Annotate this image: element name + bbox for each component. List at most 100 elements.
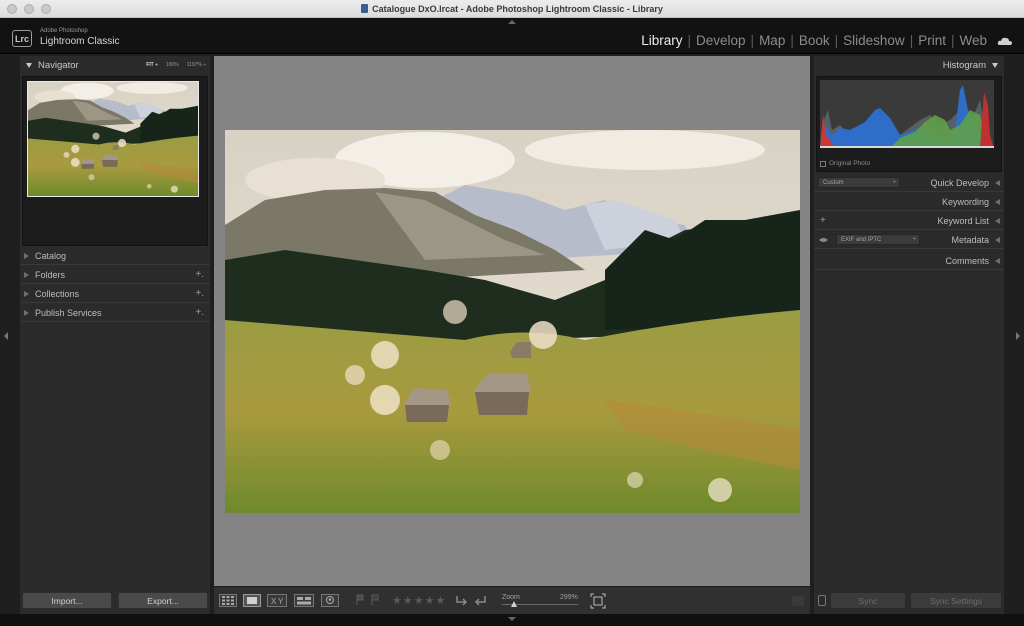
panel-quick-develop[interactable]: Custom ÷ Quick Develop — [814, 174, 1004, 192]
add-publish-service-icon[interactable]: +. — [195, 307, 204, 318]
main-image-area[interactable] — [214, 56, 810, 586]
panel-catalog-label: Catalog — [35, 250, 67, 261]
panel-folders-label: Folders — [35, 269, 66, 280]
panel-publish-services-label: Publish Services — [35, 307, 102, 318]
chevron-updown-icon: ÷ — [912, 236, 916, 243]
expand-triangle-icon — [995, 236, 1000, 243]
panel-collections[interactable]: Collections +. — [20, 285, 210, 303]
zoom-fit[interactable]: FIT ÷ — [146, 62, 158, 68]
sync-settings-button[interactable]: Sync Settings — [910, 592, 1002, 609]
zoom-slider-handle[interactable] — [511, 601, 517, 607]
flag-pick-icon[interactable] — [355, 594, 365, 606]
panel-folders[interactable]: Folders +. — [20, 266, 210, 284]
star-rating[interactable]: ★★★★★ — [392, 594, 446, 607]
panel-comments[interactable]: Comments — [814, 252, 1004, 270]
brand-line-1: Adobe Photoshop — [40, 28, 88, 34]
metadata-visibility-icon[interactable] — [819, 237, 828, 243]
quick-develop-label: Quick Develop — [930, 177, 989, 188]
zoom-label: Zoom — [502, 594, 520, 601]
add-keyword-icon[interactable]: + — [820, 215, 826, 226]
navigator-header[interactable]: Navigator FIT ÷ 100% 1197% ÷ — [20, 56, 210, 74]
svg-text:Y: Y — [278, 597, 284, 606]
panel-collections-label: Collections — [35, 288, 80, 299]
collapse-triangle-icon — [992, 62, 998, 68]
navigator-title: Navigator — [38, 59, 79, 71]
grid-view-icon[interactable] — [219, 594, 237, 607]
minimize-window-button[interactable] — [24, 4, 34, 14]
top-panel-toggle-icon[interactable] — [508, 20, 516, 24]
histogram-header[interactable]: Histogram — [814, 56, 1004, 74]
left-panel: Navigator FIT ÷ 100% 1197% ÷ Catalog Fol… — [20, 56, 210, 614]
navigator-thumbnail[interactable] — [27, 81, 199, 197]
main-photo[interactable] — [225, 130, 800, 513]
svg-text:X: X — [271, 597, 277, 606]
zoom-100[interactable]: 100% — [166, 62, 179, 68]
module-picker: Library | Develop | Map | Book | Slidesh… — [636, 33, 992, 48]
comments-label: Comments — [945, 255, 989, 266]
histogram-graph[interactable] — [820, 80, 994, 148]
zoom-window-button[interactable] — [41, 4, 51, 14]
module-book[interactable]: Book — [794, 33, 835, 48]
compare-view-icon[interactable]: X Y — [267, 594, 287, 607]
original-photo-checkbox[interactable] — [820, 160, 826, 167]
module-develop[interactable]: Develop — [691, 33, 751, 48]
sync-button[interactable]: Sync — [830, 592, 906, 609]
panel-keyword-list[interactable]: + Keyword List — [814, 212, 1004, 230]
module-print[interactable]: Print — [913, 33, 951, 48]
people-view-icon[interactable] — [321, 594, 339, 607]
auto-sync-switch[interactable] — [818, 595, 826, 606]
keywording-label: Keywording — [941, 196, 989, 207]
chevron-updown-icon: ÷ — [892, 179, 896, 186]
module-slideshow[interactable]: Slideshow — [838, 33, 910, 48]
expand-triangle-icon — [995, 217, 1000, 224]
original-photo-label: Original Photo — [829, 160, 871, 167]
module-map[interactable]: Map — [754, 33, 790, 48]
expand-triangle-icon — [995, 198, 1000, 205]
expand-triangle-icon — [995, 179, 1000, 186]
loupe-view-icon[interactable] — [243, 594, 261, 607]
export-button[interactable]: Export... — [118, 592, 208, 609]
document-icon — [361, 4, 369, 13]
brand-line-2: Lightroom Classic — [40, 36, 120, 47]
saved-preset-select[interactable]: Custom ÷ — [818, 177, 900, 188]
expand-triangle-icon — [24, 290, 29, 297]
lrc-logo: Lrc — [12, 30, 32, 47]
toolbar-options-dropdown[interactable] — [792, 596, 804, 606]
survey-view-icon[interactable] — [294, 594, 314, 607]
panel-metadata[interactable]: EXIF and IPTC ÷ Metadata — [814, 231, 1004, 249]
metadata-label: Metadata — [951, 234, 989, 245]
module-library[interactable]: Library — [636, 33, 687, 48]
expand-triangle-icon — [24, 309, 29, 316]
right-panel: Histogram Original Photo Custom ÷ Quick … — [814, 56, 1004, 614]
histogram-title: Histogram — [942, 59, 986, 71]
cloud-icon[interactable] — [997, 37, 1013, 45]
close-window-button[interactable] — [7, 4, 17, 14]
rotate-right-icon[interactable] — [474, 594, 488, 606]
crop-overlay-icon[interactable] — [590, 593, 606, 609]
right-panel-toggle-icon[interactable] — [1016, 332, 1020, 340]
zoom-value: 299% — [560, 594, 578, 601]
keyword-list-label: Keyword List — [937, 215, 989, 226]
sync-controls: Sync Sync Settings — [814, 592, 1004, 609]
left-panel-toggle-icon[interactable] — [4, 332, 8, 340]
add-collection-icon[interactable]: +. — [195, 288, 204, 299]
expand-triangle-icon — [995, 257, 1000, 264]
import-button[interactable]: Import... — [22, 592, 112, 609]
flag-reject-icon[interactable] — [370, 594, 380, 606]
rotate-left-icon[interactable] — [454, 594, 468, 606]
panel-catalog[interactable]: Catalog — [20, 247, 210, 265]
add-folder-icon[interactable]: +. — [195, 269, 204, 280]
panel-keywording[interactable]: Keywording — [814, 193, 1004, 211]
window-title-bar: Catalogue DxO.lrcat - Adobe Photoshop Li… — [0, 0, 1024, 18]
filmstrip-toggle-icon[interactable] — [508, 617, 516, 621]
metadata-preset-select[interactable]: EXIF and IPTC ÷ — [836, 234, 920, 245]
expand-triangle-icon — [24, 252, 29, 259]
panel-publish-services[interactable]: Publish Services +. — [20, 304, 210, 322]
original-photo-toggle[interactable]: Original Photo — [820, 160, 870, 167]
expand-triangle-icon — [24, 271, 29, 278]
zoom-custom[interactable]: 1197% ÷ — [187, 62, 206, 68]
metadata-preset-value: EXIF and IPTC — [841, 236, 882, 243]
window-controls — [7, 4, 51, 14]
module-web[interactable]: Web — [954, 33, 992, 48]
window-title: Catalogue DxO.lrcat - Adobe Photoshop Li… — [361, 4, 663, 14]
